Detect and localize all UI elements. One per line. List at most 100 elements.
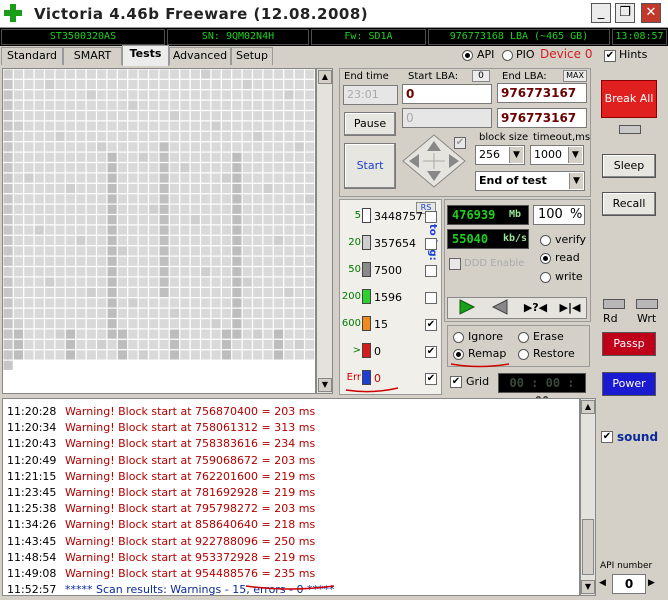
api-radio[interactable] bbox=[462, 50, 473, 61]
block-cell bbox=[284, 319, 294, 329]
scroll-up-icon[interactable]: ▲ bbox=[581, 400, 595, 414]
speed-display: 55040 kb/s bbox=[447, 229, 529, 249]
recall-button[interactable]: Recall bbox=[602, 192, 656, 216]
counter-color-icon bbox=[362, 262, 371, 277]
seek-icon[interactable]: ▶?◀ bbox=[519, 299, 552, 317]
block-cell bbox=[159, 69, 169, 79]
block-cell bbox=[34, 267, 44, 277]
sound-checkbox[interactable]: ✔ bbox=[601, 431, 613, 443]
block-cell bbox=[13, 121, 24, 131]
api-number-field[interactable]: 0 bbox=[612, 574, 646, 594]
minimize-button[interactable]: _ bbox=[591, 3, 611, 23]
end-lba-field[interactable]: 976773167 bbox=[497, 83, 587, 103]
block-cell bbox=[86, 246, 96, 256]
hints-checkbox[interactable]: ✔ bbox=[604, 50, 616, 62]
counter-log-checkbox[interactable] bbox=[425, 292, 437, 304]
break-all-button[interactable]: Break All bbox=[601, 80, 657, 118]
block-cell bbox=[180, 308, 190, 318]
scroll-down-icon[interactable]: ▼ bbox=[318, 378, 332, 392]
block-size-select[interactable]: 256 ▼ bbox=[475, 145, 525, 165]
counter-log-checkbox[interactable] bbox=[425, 211, 437, 223]
block-cell bbox=[117, 308, 128, 318]
back-icon[interactable] bbox=[484, 299, 517, 317]
ddd-enable-checkbox[interactable] bbox=[449, 258, 461, 270]
block-cell bbox=[284, 339, 294, 350]
tab-tests[interactable]: Tests bbox=[122, 45, 169, 66]
end-icon[interactable]: ▶|◀ bbox=[554, 299, 586, 317]
start-button[interactable]: Start bbox=[344, 143, 396, 189]
grid-scrollbar[interactable]: ▲ ▼ bbox=[316, 68, 333, 394]
restore-radio[interactable] bbox=[518, 349, 529, 360]
timeout-select[interactable]: 1000 ▼ bbox=[530, 145, 584, 165]
block-cell bbox=[221, 215, 232, 225]
pause-button[interactable]: Pause bbox=[344, 112, 396, 136]
tab-advanced[interactable]: Advanced bbox=[169, 47, 231, 65]
block-cell bbox=[65, 298, 76, 308]
block-cell bbox=[34, 111, 44, 121]
block-cell bbox=[211, 204, 221, 214]
play-icon[interactable] bbox=[449, 299, 482, 317]
pio-radio[interactable] bbox=[502, 50, 513, 61]
block-cell bbox=[169, 173, 180, 183]
direction-lock-checkbox[interactable]: ✔ bbox=[454, 137, 466, 149]
maximize-button[interactable]: ❐ bbox=[615, 3, 635, 23]
block-cell bbox=[128, 339, 138, 350]
counter-log-checkbox[interactable] bbox=[425, 265, 437, 277]
chevron-down-icon: ▼ bbox=[509, 147, 523, 163]
end-time-field[interactable]: 23:01 bbox=[343, 85, 398, 105]
erase-radio[interactable] bbox=[518, 332, 529, 343]
block-cell bbox=[117, 329, 128, 339]
remap-radio[interactable] bbox=[453, 349, 464, 360]
tab-standard[interactable]: Standard bbox=[1, 47, 63, 65]
block-cell bbox=[149, 267, 159, 277]
power-button[interactable]: Power bbox=[602, 372, 656, 396]
scroll-down-icon[interactable]: ▼ bbox=[581, 580, 595, 594]
start-lba-zero-button[interactable]: 0 bbox=[472, 70, 490, 82]
ignore-radio[interactable] bbox=[453, 332, 464, 343]
sleep-button[interactable]: Sleep bbox=[602, 154, 656, 178]
block-cell bbox=[169, 256, 180, 266]
grid-checkbox[interactable]: ✔ bbox=[450, 376, 462, 388]
end-action-select[interactable]: End of test ▼ bbox=[475, 171, 585, 191]
log-scrollbar[interactable]: ▲ ▼ bbox=[580, 398, 596, 596]
log-scroll-thumb[interactable] bbox=[582, 519, 594, 575]
tab-setup[interactable]: Setup bbox=[231, 47, 273, 65]
verify-radio[interactable] bbox=[540, 235, 551, 246]
block-cell bbox=[149, 121, 159, 131]
counter-log-checkbox[interactable]: ✔ bbox=[425, 373, 437, 385]
clock: 13:08:57 bbox=[612, 29, 667, 45]
start-lba-field[interactable]: 0 bbox=[402, 84, 492, 104]
block-cell bbox=[263, 235, 273, 246]
block-cell bbox=[34, 350, 44, 360]
block-cell bbox=[3, 329, 13, 339]
block-cell bbox=[97, 173, 107, 183]
tab-smart[interactable]: SMART bbox=[63, 47, 122, 65]
block-cell bbox=[86, 183, 96, 194]
end-lba-max-button[interactable]: MAX bbox=[563, 70, 587, 82]
block-cell bbox=[201, 79, 211, 90]
block-cell bbox=[211, 152, 221, 162]
block-cell bbox=[221, 142, 232, 152]
block-cell bbox=[242, 308, 252, 318]
write-radio[interactable] bbox=[540, 272, 551, 283]
counter-color-icon bbox=[362, 370, 371, 385]
remap-underline bbox=[450, 363, 510, 368]
passp-button[interactable]: Passp bbox=[602, 332, 656, 356]
block-cell bbox=[159, 90, 169, 100]
close-button[interactable]: ✕ bbox=[641, 3, 661, 23]
block-cell bbox=[138, 235, 148, 246]
block-cell bbox=[232, 329, 242, 339]
block-cell bbox=[34, 183, 44, 194]
counter-log-checkbox[interactable]: ✔ bbox=[425, 319, 437, 331]
block-cell bbox=[128, 90, 138, 100]
block-cell bbox=[3, 287, 13, 298]
block-cell bbox=[232, 350, 242, 360]
api-next-icon[interactable]: ▶ bbox=[648, 578, 655, 588]
api-prev-icon[interactable]: ◀ bbox=[599, 578, 606, 588]
counter-log-checkbox[interactable]: ✔ bbox=[425, 346, 437, 358]
read-radio[interactable] bbox=[540, 253, 551, 264]
block-cell bbox=[86, 215, 96, 225]
end-lba-current-field[interactable]: 976773167 bbox=[497, 108, 587, 128]
counter-log-checkbox[interactable] bbox=[425, 238, 437, 250]
scroll-up-icon[interactable]: ▲ bbox=[318, 70, 332, 84]
